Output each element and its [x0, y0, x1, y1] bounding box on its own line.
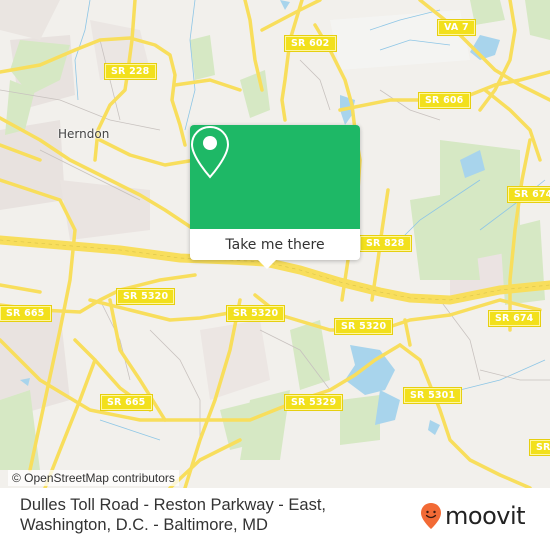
map-pin-icon	[190, 125, 230, 179]
map[interactable]: Herndon SR 228 SR 602 VA 7 SR 606 SR 674…	[0, 0, 550, 488]
moovit-wordmark: moovit	[445, 502, 526, 530]
road-label-sr-674: SR 674	[507, 186, 550, 203]
road-label-sr-5301: SR 5301	[402, 387, 463, 404]
popup-header	[190, 125, 360, 229]
moovit-pin-icon	[421, 503, 441, 529]
road-label-sr-828: SR 828	[359, 235, 412, 252]
road-label-sr-5320: SR 5320	[225, 305, 286, 322]
road-label-sr-228: SR 228	[104, 63, 157, 80]
road-label-sr-602: SR 602	[284, 35, 337, 52]
town-label-herndon: Herndon	[58, 127, 110, 141]
moovit-logo[interactable]: moovit	[420, 502, 526, 530]
address-line-2: Washington, D.C. - Baltimore, MD	[20, 516, 268, 534]
road-label-sr-674: SR 674	[488, 310, 541, 327]
map-attribution[interactable]: © OpenStreetMap contributors	[8, 470, 179, 486]
road-label-sr-665: SR 665	[0, 305, 52, 322]
footer: Dulles Toll Road - Reston Parkway - East…	[0, 488, 550, 550]
road-label-va-7: VA 7	[437, 19, 476, 36]
road-label-sr-5320: SR 5320	[115, 288, 176, 305]
address-line-1: Dulles Toll Road - Reston Parkway - East…	[20, 496, 326, 514]
road-label-sr-665: SR 665	[100, 394, 153, 411]
location-popup: Take me there	[190, 125, 360, 269]
road-label-sr-5320: SR 5320	[333, 318, 394, 335]
road-label-sr-edge: SR	[529, 439, 550, 456]
road-label-sr-5329: SR 5329	[283, 394, 344, 411]
take-me-there-button[interactable]: Take me there	[190, 229, 360, 260]
road-label-sr-606: SR 606	[418, 92, 471, 109]
popup-pointer	[257, 259, 277, 269]
location-address: Dulles Toll Road - Reston Parkway - East…	[20, 495, 326, 535]
